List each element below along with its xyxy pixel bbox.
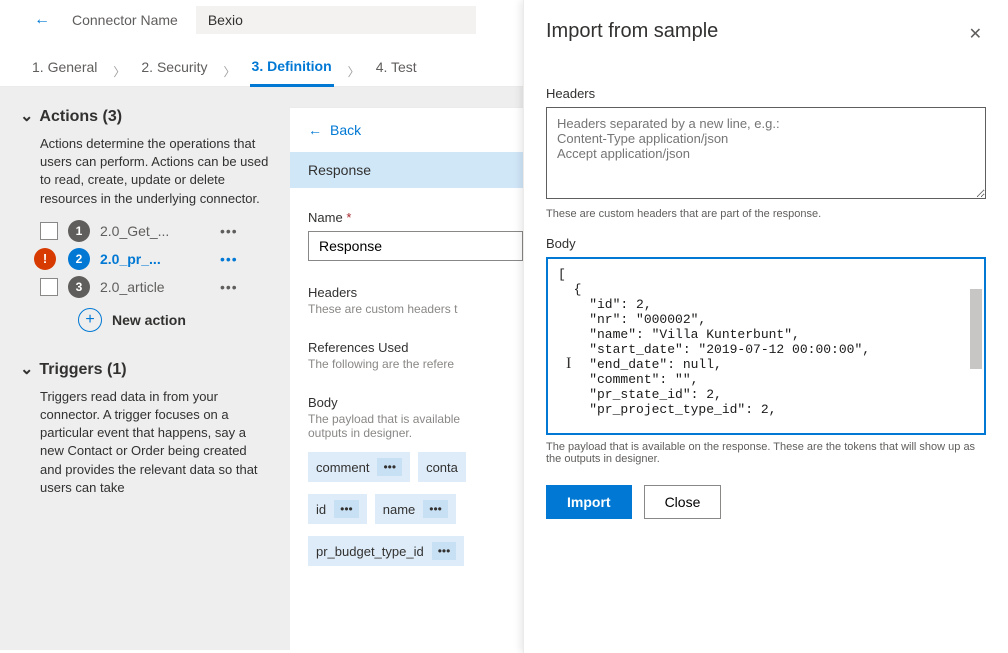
chevron-right-icon: 〉 [224,57,236,80]
actions-section-title: Actions (3) [39,108,122,126]
checkbox[interactable] [40,278,58,296]
token-more-icon[interactable]: ••• [423,500,448,518]
actions-section-header[interactable]: ⌄ Actions (3) [20,107,270,127]
tab-definition[interactable]: 3. Definition [250,50,334,87]
new-action-label: New action [112,312,186,328]
checkbox[interactable] [40,222,58,240]
body-token[interactable]: comment••• [308,452,410,482]
triggers-description: Triggers read data in from your connecto… [40,388,270,497]
body-token[interactable]: name••• [375,494,456,524]
connector-name-input[interactable] [196,6,476,34]
more-icon[interactable]: ••• [220,279,238,295]
connector-name-label: Connector Name [72,12,178,28]
body-token[interactable]: conta [418,452,466,482]
panel-title: Import from sample [546,20,718,43]
text-cursor-icon: I [566,355,571,373]
chevron-down-icon: ⌄ [20,359,33,379]
tab-general[interactable]: 1. General [30,51,99,85]
token-more-icon[interactable]: ••• [334,500,359,518]
body-label: Body [546,236,986,251]
action-number-badge: 3 [68,276,90,298]
tab-security[interactable]: 2. Security [139,51,209,85]
body-help: The payload that is available on the res… [546,441,986,465]
headers-label: Headers [546,86,986,101]
scrollbar-thumb[interactable] [970,289,982,369]
action-name: 2.0_article [100,279,210,295]
chevron-right-icon: 〉 [348,57,360,80]
chevron-right-icon: 〉 [113,57,125,80]
body-token[interactable]: pr_budget_type_id••• [308,536,464,566]
back-arrow-icon[interactable]: ← [30,7,54,33]
headers-textarea[interactable] [546,107,986,199]
body-token[interactable]: id••• [308,494,367,524]
headers-help: These are custom headers that are part o… [546,208,986,220]
name-field-input[interactable] [308,231,523,261]
import-button[interactable]: Import [546,485,632,519]
tab-test[interactable]: 4. Test [374,51,419,85]
action-name: 2.0_Get_... [100,223,210,239]
triggers-section-header[interactable]: ⌄ Triggers (1) [20,360,270,380]
action-item-3[interactable]: 3 2.0_article ••• [40,276,270,298]
token-more-icon[interactable]: ••• [432,542,457,560]
token-more-icon[interactable]: ••• [377,458,402,476]
chevron-down-icon: ⌄ [20,106,33,126]
warning-icon: ! [34,248,56,270]
more-icon[interactable]: ••• [220,223,238,239]
close-button[interactable]: Close [644,485,722,519]
subtab-response[interactable]: Response [290,152,389,188]
plus-icon: + [78,308,102,332]
import-from-sample-panel: Import from sample ✕ Headers These are c… [523,0,1008,653]
action-name: 2.0_pr_... [100,251,210,267]
action-item-1[interactable]: 1 2.0_Get_... ••• [40,220,270,242]
action-number-badge: 1 [68,220,90,242]
back-label: Back [330,122,361,138]
left-sidebar: ⌄ Actions (3) Actions determine the oper… [0,87,280,650]
body-textarea[interactable] [548,259,984,433]
new-action-button[interactable]: + New action [78,308,270,332]
triggers-section-title: Triggers (1) [39,361,126,379]
action-number-badge: 2 [68,248,90,270]
actions-description: Actions determine the operations that us… [40,135,270,208]
action-item-2[interactable]: ! 2 2.0_pr_... ••• [40,248,270,270]
close-icon[interactable]: ✕ [965,20,986,48]
back-arrow-icon: ← [308,122,322,138]
more-icon[interactable]: ••• [220,251,238,267]
